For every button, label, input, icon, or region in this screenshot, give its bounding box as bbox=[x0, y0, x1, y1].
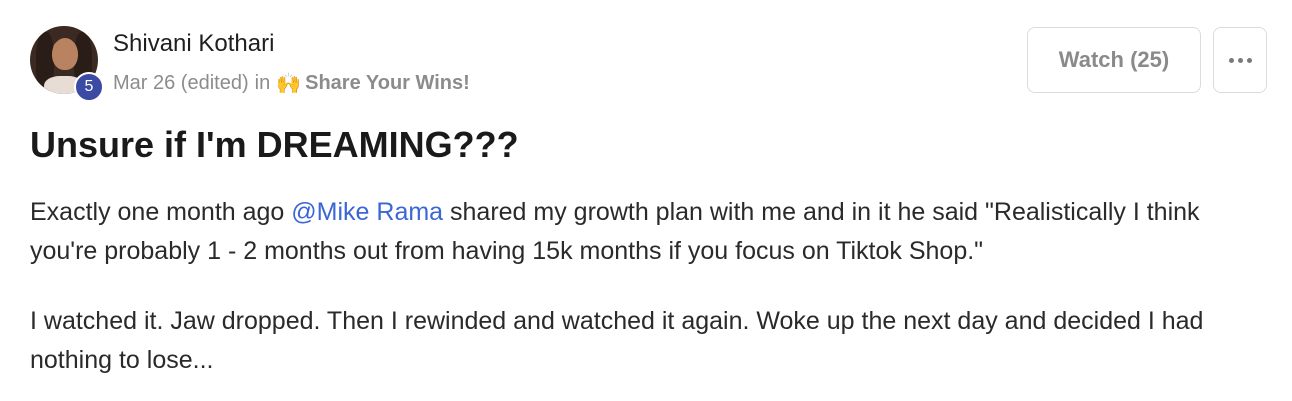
author-avatar-group[interactable]: 5 bbox=[30, 26, 104, 102]
body-text: Exactly one month ago bbox=[30, 198, 292, 226]
avatar-face bbox=[52, 38, 78, 70]
post-body-paragraph: Exactly one month ago @Mike Rama shared … bbox=[30, 193, 1265, 271]
level-badge: 5 bbox=[74, 72, 104, 102]
ellipsis-icon bbox=[1227, 57, 1254, 63]
category-link[interactable]: Share Your Wins! bbox=[305, 72, 470, 95]
post-card: 5 Shivani Kothari Mar 26 (edited) in 🙌 S… bbox=[0, 0, 1292, 401]
user-mention-link[interactable]: @Mike Rama bbox=[291, 198, 443, 226]
post-title: Unsure if I'm DREAMING??? bbox=[30, 124, 519, 165]
post-body-paragraph: I watched it. Jaw dropped. Then I rewind… bbox=[30, 307, 1204, 374]
post-meta: Mar 26 (edited) in 🙌 Share Your Wins! bbox=[113, 71, 470, 96]
raising-hands-icon: 🙌 bbox=[276, 73, 302, 95]
post-date[interactable]: Mar 26 (edited) bbox=[113, 72, 249, 95]
author-name[interactable]: Shivani Kothari bbox=[113, 30, 274, 58]
more-options-button[interactable] bbox=[1213, 27, 1267, 93]
watch-button[interactable]: Watch (25) bbox=[1027, 27, 1201, 93]
in-label: in bbox=[254, 72, 271, 94]
